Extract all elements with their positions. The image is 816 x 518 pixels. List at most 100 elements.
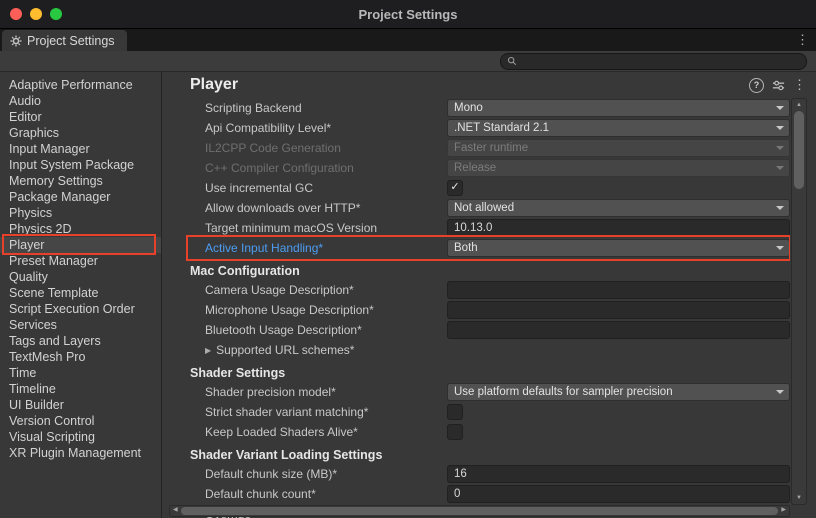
- tab-menu-button[interactable]: ⋮: [796, 32, 809, 48]
- setting-label-target-minimum-macos-version: Target minimum macOS Version: [205, 221, 447, 235]
- window-title: Project Settings: [0, 7, 816, 22]
- search-input[interactable]: [521, 54, 800, 68]
- setting-label-active-input-handling: Active Input Handling*: [205, 241, 447, 255]
- keep-loaded-shaders-alive-checkbox[interactable]: [447, 424, 463, 440]
- scroll-down-icon[interactable]: ▼: [792, 495, 806, 501]
- sidebar-item-preset-manager[interactable]: Preset Manager: [0, 253, 161, 269]
- sidebar-item-memory-settings[interactable]: Memory Settings: [0, 173, 161, 189]
- help-icon[interactable]: ?: [749, 78, 764, 93]
- setting-row-allow-downloads-over-http: Allow downloads over HTTP*Not allowed: [169, 198, 790, 218]
- gear-icon: [10, 35, 22, 47]
- dropdown-value: Faster runtime: [454, 142, 528, 154]
- dropdown-value: Mono: [454, 102, 483, 114]
- setting-label-c-compiler-configuration: C++ Compiler Configuration: [205, 161, 447, 175]
- scroll-left-icon[interactable]: ◀: [173, 506, 178, 514]
- sidebar-item-physics-2d[interactable]: Physics 2D: [0, 221, 161, 237]
- setting-row-default-chunk-count: Default chunk count*0: [169, 484, 790, 504]
- setting-label-default-chunk-count: Default chunk count*: [205, 487, 447, 501]
- sidebar-item-physics[interactable]: Physics: [0, 205, 161, 221]
- horizontal-scroll-thumb[interactable]: [181, 507, 778, 515]
- strict-shader-variant-matching-checkbox[interactable]: [447, 404, 463, 420]
- setting-row-active-input-handling: Active Input Handling*Both: [169, 238, 790, 258]
- sidebar-item-xr-plugin-management[interactable]: XR Plugin Management: [0, 445, 161, 461]
- setting-row-microphone-usage-description: Microphone Usage Description*: [169, 300, 790, 320]
- search-icon: [507, 56, 517, 66]
- scroll-right-icon[interactable]: ▶: [781, 506, 786, 514]
- sidebar-item-ui-builder[interactable]: UI Builder: [0, 397, 161, 413]
- sidebar-item-player[interactable]: Player: [0, 237, 161, 253]
- sidebar-item-adaptive-performance[interactable]: Adaptive Performance: [0, 77, 161, 93]
- setting-row-bluetooth-usage-description: Bluetooth Usage Description*: [169, 320, 790, 340]
- sidebar-item-tags-and-layers[interactable]: Tags and Layers: [0, 333, 161, 349]
- section-header-shader-settings: Shader Settings: [169, 364, 790, 382]
- sidebar-item-services[interactable]: Services: [0, 317, 161, 333]
- sidebar-item-package-manager[interactable]: Package Manager: [0, 189, 161, 205]
- sidebar-item-version-control[interactable]: Version Control: [0, 413, 161, 429]
- sidebar-item-script-execution-order[interactable]: Script Execution Order: [0, 301, 161, 317]
- setting-label-strict-shader-variant-matching: Strict shader variant matching*: [205, 405, 447, 419]
- camera-usage-description-field[interactable]: [447, 281, 790, 299]
- setting-label-bluetooth-usage-description: Bluetooth Usage Description*: [205, 323, 447, 337]
- chevron-down-icon: [776, 206, 784, 210]
- setting-row-api-compatibility-level: Api Compatibility Level*.NET Standard 2.…: [169, 118, 790, 138]
- main-panel: Player ? ⋮ Scripting BackendMonoApi Comp: [162, 72, 816, 518]
- setting-label-shader-precision-model: Shader precision model*: [205, 385, 447, 399]
- sidebar-item-visual-scripting[interactable]: Visual Scripting: [0, 429, 161, 445]
- sidebar-item-input-system-package[interactable]: Input System Package: [0, 157, 161, 173]
- horizontal-scrollbar[interactable]: ◀ ▶: [169, 505, 790, 517]
- minimize-button[interactable]: [30, 8, 42, 20]
- toolbar: [0, 51, 816, 72]
- sidebar-item-graphics[interactable]: Graphics: [0, 125, 161, 141]
- sidebar-item-scene-template[interactable]: Scene Template: [0, 285, 161, 301]
- default-chunk-count-field[interactable]: 0: [447, 485, 790, 503]
- chevron-down-icon: [776, 246, 784, 250]
- scripting-backend-dropdown[interactable]: Mono: [447, 99, 790, 117]
- sidebar-item-audio[interactable]: Audio: [0, 93, 161, 109]
- sidebar-item-input-manager[interactable]: Input Manager: [0, 141, 161, 157]
- vertical-scrollbar[interactable]: ▲ ▼: [791, 98, 807, 505]
- microphone-usage-description-field[interactable]: [447, 301, 790, 319]
- sidebar-list: Adaptive PerformanceAudioEditorGraphicsI…: [0, 77, 161, 461]
- zoom-button[interactable]: [50, 8, 62, 20]
- allow-downloads-over-http-dropdown[interactable]: Not allowed: [447, 199, 790, 217]
- setting-row-strict-shader-variant-matching: Strict shader variant matching*: [169, 402, 790, 422]
- header-actions: ? ⋮: [749, 77, 806, 93]
- more-menu-icon[interactable]: ⋮: [793, 77, 806, 93]
- tab-bar: Project Settings ⋮: [0, 29, 816, 51]
- project-settings-window: Project Settings Project Settings ⋮: [0, 0, 816, 518]
- sidebar-item-quality[interactable]: Quality: [0, 269, 161, 285]
- setting-row-scripting-backend: Scripting BackendMono: [169, 98, 790, 118]
- setting-row-camera-usage-description: Camera Usage Description*: [169, 280, 790, 300]
- default-chunk-size-mb-field[interactable]: 16: [447, 465, 790, 483]
- api-compatibility-level-dropdown[interactable]: .NET Standard 2.1: [447, 119, 790, 137]
- section-header-mac-configuration: Mac Configuration: [169, 262, 790, 280]
- shader-precision-model-dropdown[interactable]: Use platform defaults for sampler precis…: [447, 383, 790, 401]
- il2cpp-code-generation-dropdown: Faster runtime: [447, 139, 790, 157]
- setting-label-camera-usage-description: Camera Usage Description*: [205, 283, 447, 297]
- content-area: Adaptive PerformanceAudioEditorGraphicsI…: [0, 72, 816, 518]
- sidebar: Adaptive PerformanceAudioEditorGraphicsI…: [0, 72, 162, 518]
- setting-label-supported-url-schemes[interactable]: ▶Supported URL schemes*: [205, 343, 447, 357]
- sidebar-item-textmesh-pro[interactable]: TextMesh Pro: [0, 349, 161, 365]
- search-box[interactable]: [500, 53, 807, 70]
- target-minimum-macos-version-field[interactable]: 10.13.0: [447, 219, 790, 237]
- setting-label-il2cpp-code-generation: IL2CPP Code Generation: [205, 141, 447, 155]
- bluetooth-usage-description-field[interactable]: [447, 321, 790, 339]
- preset-sliders-icon[interactable]: [772, 79, 785, 92]
- vertical-scroll-thumb[interactable]: [794, 111, 804, 189]
- close-button[interactable]: [10, 8, 22, 20]
- chevron-down-icon: [776, 166, 784, 170]
- use-incremental-gc-checkbox[interactable]: ✓: [447, 180, 463, 196]
- titlebar: Project Settings: [0, 0, 816, 29]
- tab-project-settings[interactable]: Project Settings: [2, 30, 127, 51]
- setting-row-use-incremental-gc: Use incremental GC✓: [169, 178, 790, 198]
- foldout-arrow-icon[interactable]: ▶: [205, 346, 211, 355]
- tab-label: Project Settings: [27, 34, 115, 48]
- sidebar-item-time[interactable]: Time: [0, 365, 161, 381]
- scroll-up-icon[interactable]: ▲: [792, 102, 806, 108]
- dropdown-value: Not allowed: [454, 202, 514, 214]
- sidebar-item-editor[interactable]: Editor: [0, 109, 161, 125]
- sidebar-item-timeline[interactable]: Timeline: [0, 381, 161, 397]
- active-input-handling-dropdown[interactable]: Both: [447, 239, 790, 257]
- chevron-down-icon: [776, 146, 784, 150]
